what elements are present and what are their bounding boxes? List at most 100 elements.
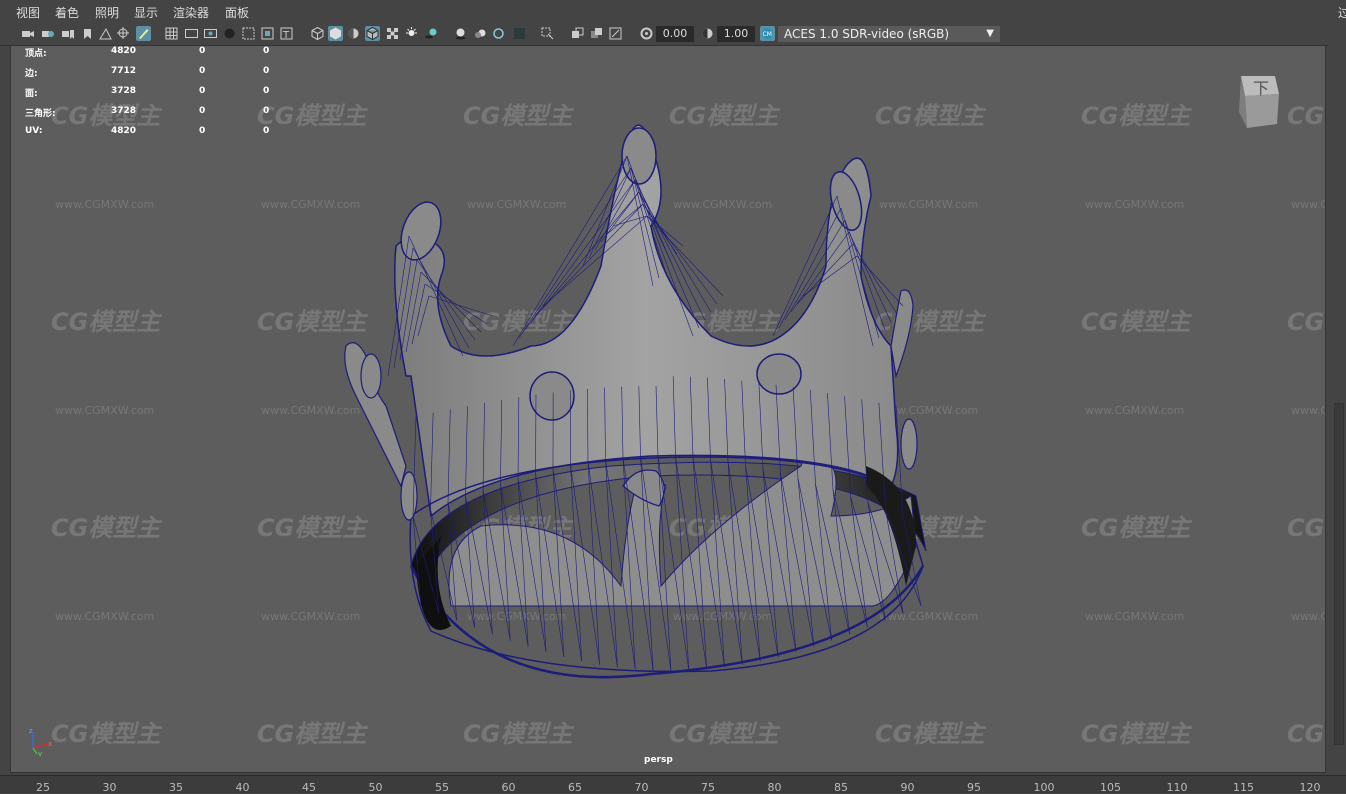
timeline-tick-label: 120 xyxy=(1300,781,1321,794)
right-edge-text: 过 xyxy=(1338,4,1346,21)
hud-label: 面: xyxy=(25,86,38,99)
viewcube-face-label: 下 xyxy=(1253,79,1269,98)
timeline-tick-label: 25 xyxy=(36,781,50,794)
timeline-tick-label: 85 xyxy=(834,781,848,794)
film-gate-icon[interactable] xyxy=(184,26,199,41)
hud-value: 0 xyxy=(263,46,269,56)
menu-show[interactable]: 显示 xyxy=(134,4,158,21)
menu-shading[interactable]: 着色 xyxy=(55,4,79,21)
color-management-icon[interactable]: CM xyxy=(760,26,775,41)
hud-label: 边: xyxy=(25,66,38,79)
screen-space-ao-icon[interactable] xyxy=(453,26,468,41)
timeline-tick-label: 55 xyxy=(435,781,449,794)
bookmarks-icon[interactable] xyxy=(60,26,75,41)
hud-value: 3728 xyxy=(111,106,136,116)
use-all-lights-icon[interactable] xyxy=(404,26,419,41)
safe-action-icon[interactable] xyxy=(260,26,275,41)
textured-icon[interactable] xyxy=(385,26,400,41)
hud-value: 0 xyxy=(199,66,205,76)
axis-gizmo-icon: z x y xyxy=(25,726,65,756)
timeline-tick-label: 75 xyxy=(701,781,715,794)
svg-text:CM: CM xyxy=(763,31,772,38)
crown-mesh[interactable] xyxy=(11,46,1326,773)
safe-title-icon[interactable]: T xyxy=(279,26,294,41)
view-transform-dropdown[interactable]: ACES 1.0 SDR-video (sRGB) ▼ xyxy=(778,26,1000,42)
field-chart-icon[interactable] xyxy=(241,26,256,41)
camera-name-label: persp xyxy=(644,755,673,765)
exposure-icon[interactable] xyxy=(639,26,654,41)
timeline-tick-label: 80 xyxy=(768,781,782,794)
crown-front-band xyxy=(395,125,898,516)
hud-value: 0 xyxy=(199,46,205,56)
xray-joints-icon[interactable] xyxy=(608,26,623,41)
crown-jewel-side-left xyxy=(361,354,381,398)
hud-label: UV: xyxy=(25,126,42,136)
shadows-icon[interactable] xyxy=(424,26,439,41)
menu-lighting[interactable]: 照明 xyxy=(95,4,119,21)
hud-value: 0 xyxy=(263,66,269,76)
wire-edge xyxy=(606,459,618,667)
smooth-shade-icon[interactable] xyxy=(328,26,343,41)
axis-x-label: x xyxy=(48,740,52,748)
menu-panels[interactable]: 面板 xyxy=(225,4,249,21)
resolution-gate-icon[interactable] xyxy=(203,26,218,41)
image-plane-icon[interactable] xyxy=(80,26,95,41)
side-scrollbar[interactable] xyxy=(1334,403,1344,745)
timeline-tick-label: 70 xyxy=(635,781,649,794)
hud-label: 三角形: xyxy=(25,106,56,119)
grease-pencil-icon[interactable] xyxy=(136,26,151,41)
grid-snap-icon[interactable] xyxy=(98,26,113,41)
default-material-icon[interactable] xyxy=(346,26,361,41)
timeline-tick-label: 115 xyxy=(1233,781,1254,794)
gamma-icon[interactable] xyxy=(700,26,715,41)
timeline-tick-label: 60 xyxy=(502,781,516,794)
hud-label: 顶点: xyxy=(25,46,47,59)
timeline-tick-label: 65 xyxy=(568,781,582,794)
xray-icon[interactable] xyxy=(570,26,585,41)
hud-value: 0 xyxy=(199,86,205,96)
timeline-tick-label: 105 xyxy=(1100,781,1121,794)
menu-renderer[interactable]: 渲染器 xyxy=(173,4,209,21)
wireframe-on-shaded-icon[interactable] xyxy=(365,26,380,41)
xray-active-components-icon[interactable] xyxy=(589,26,604,41)
anti-aliasing-icon[interactable] xyxy=(491,26,506,41)
hud-value: 7712 xyxy=(111,66,136,76)
gate-mask-icon[interactable] xyxy=(222,26,237,41)
hud-value: 4820 xyxy=(111,126,136,136)
time-slider-ruler[interactable]: 2530354045505560657075808590951001051101… xyxy=(0,775,1346,793)
crown-jewel-right xyxy=(757,354,801,394)
hud-value: 0 xyxy=(199,126,205,136)
hud-value: 3728 xyxy=(111,86,136,96)
select-camera-icon[interactable] xyxy=(20,26,35,41)
pan-zoom-icon[interactable] xyxy=(116,26,131,41)
axis-z-label: z xyxy=(29,727,33,735)
timeline-tick-label: 30 xyxy=(103,781,117,794)
timeline-tick-label: 45 xyxy=(302,781,316,794)
timeline-tick-label: 40 xyxy=(236,781,250,794)
crown-jewel-left xyxy=(530,372,574,420)
panel-toolbar: T 0.00 1.00 CM xyxy=(0,23,1336,46)
timeline-tick-label: 35 xyxy=(169,781,183,794)
wireframe-icon[interactable] xyxy=(310,26,325,41)
crown-right-spike xyxy=(891,290,913,376)
chevron-down-icon[interactable]: ▼ xyxy=(986,26,994,42)
timeline-tick-label: 50 xyxy=(369,781,383,794)
hud-value: 4820 xyxy=(111,46,136,56)
view-transform-value: ACES 1.0 SDR-video (sRGB) xyxy=(784,27,949,41)
depth-of-field-icon[interactable] xyxy=(512,26,527,41)
timeline-tick-label: 90 xyxy=(901,781,915,794)
hud-value: 0 xyxy=(263,106,269,116)
3d-viewport[interactable]: CG模型主www.CGMXW.comCG模型主www.CGMXW.comCG模型… xyxy=(10,45,1326,773)
hud-value: 0 xyxy=(263,86,269,96)
svg-text:T: T xyxy=(282,30,290,41)
grid-toggle-icon[interactable] xyxy=(164,26,179,41)
isolate-select-icon[interactable] xyxy=(540,26,555,41)
hud-value: 0 xyxy=(199,106,205,116)
viewcube-icon[interactable]: 下 xyxy=(1233,72,1285,132)
camera-attributes-icon[interactable] xyxy=(40,26,55,41)
motion-blur-icon[interactable] xyxy=(473,26,488,41)
gamma-field[interactable]: 1.00 xyxy=(717,26,755,42)
menu-view[interactable]: 视图 xyxy=(16,4,40,21)
timeline-tick-label: 110 xyxy=(1167,781,1188,794)
exposure-field[interactable]: 0.00 xyxy=(656,26,694,42)
